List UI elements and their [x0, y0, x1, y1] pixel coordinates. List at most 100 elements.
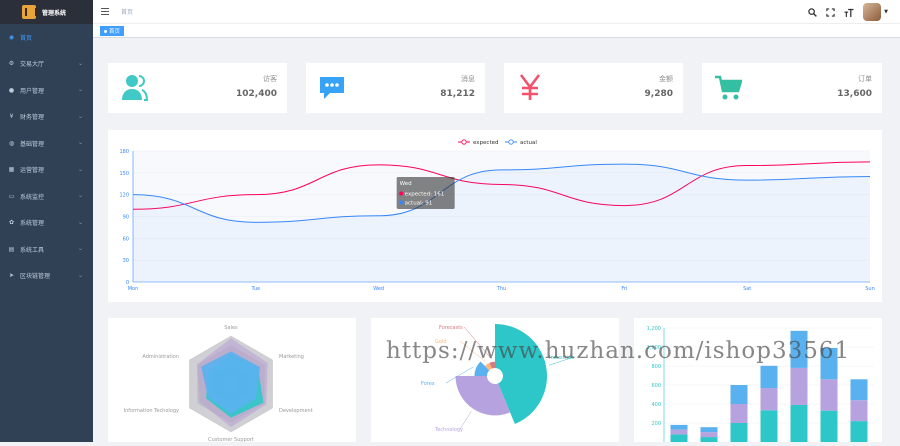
bar	[700, 427, 718, 433]
x-tick-label: Fri	[621, 286, 627, 292]
search-icon[interactable]	[808, 7, 818, 17]
tooltip-marker	[399, 191, 404, 196]
breadcrumb[interactable]: 首页	[121, 7, 133, 16]
x-tick-label: Sat	[743, 286, 751, 292]
y-tick-label: 1,200	[647, 326, 661, 332]
x-tick-label: Wed	[373, 286, 384, 292]
y-tick-label: 800	[651, 364, 661, 370]
chevron-down-icon: ⌄	[77, 139, 83, 146]
chevron-down-icon: ⌄	[77, 86, 83, 93]
bar-chart: 2004006008001,0001,200	[647, 326, 874, 442]
chevron-down-icon: ⌄	[77, 112, 83, 120]
bar	[670, 434, 688, 442]
sidebar-item[interactable]: ● 用户管理 ⌄	[0, 77, 93, 104]
yen-icon: ¥	[9, 113, 14, 121]
sidebar-item-label: 基础管理	[20, 140, 45, 148]
sidebar-item-label: 系统管理	[20, 220, 45, 228]
caret-down-icon[interactable]: ▼	[884, 9, 888, 15]
navbar-right: ▼	[808, 3, 888, 21]
app-title: 管理系统	[42, 9, 67, 17]
dashboard-icon: ◉	[8, 33, 15, 41]
chevron-down-icon: ⌄	[77, 192, 83, 199]
people-icon	[122, 75, 148, 101]
stat-value: 81,212	[440, 89, 475, 99]
user-icon: ●	[8, 86, 15, 94]
hamburger-icon[interactable]	[101, 8, 109, 15]
message-icon	[320, 77, 344, 99]
y-tick-label: 400	[651, 402, 661, 408]
fullscreen-icon[interactable]	[826, 7, 835, 17]
pie-chart: IndustriesTechnologyForexGoldForecasts	[421, 324, 575, 433]
tooltip-line: expected: 161	[405, 192, 445, 198]
bar	[670, 424, 688, 430]
sidebar-item[interactable]: ⚙ 交易大厅 ⌄	[0, 51, 93, 78]
stat-value: 102,400	[236, 89, 277, 99]
y-tick-label: 200	[651, 421, 661, 427]
line-chart-card: 0 30 60 90 120 150 180 Mon Tue Wed Thu Fri Sat Sun exp…	[108, 130, 882, 302]
stat-card-money[interactable]: 金额 9,280	[504, 63, 683, 113]
sidebar-item-label: 系统工具	[20, 246, 45, 254]
send-icon: ➤	[8, 272, 15, 280]
tooltip-line: actual: 91	[405, 201, 433, 207]
sidebar-item[interactable]: ✿ 系统管理 ⌄	[0, 210, 93, 237]
tooltip-marker	[399, 200, 404, 205]
app-logo[interactable]: 管理系统	[0, 0, 93, 24]
y-tick-label: 120	[119, 193, 129, 199]
y-tick-label: 30	[123, 258, 129, 264]
shopping-icon	[715, 75, 742, 100]
y-tick-label: 150	[119, 171, 129, 177]
tag-home[interactable]: 首页	[100, 26, 125, 36]
radar-indicator-label: Information Techology	[124, 408, 179, 414]
tooltip-title: Wed	[400, 181, 412, 187]
stat-card-orders[interactable]: 订单 13,600	[702, 63, 882, 113]
font-size-icon[interactable]	[844, 8, 854, 17]
navbar: 首页 ▼	[93, 0, 900, 24]
globe-icon: ◍	[8, 139, 15, 147]
stat-value: 13,600	[837, 89, 872, 99]
x-tick-label: Mon	[128, 286, 139, 292]
avatar[interactable]	[863, 3, 882, 21]
sidebar: 管理系统 ◉ 首页 ⚙ 交易大厅 ⌄ ● 用户管理 ⌄ ¥ 财务管理 ⌄ ◍ 基础管理 ⌄ ▦ 运营管理 ⌄ ▭ 系…	[0, 0, 93, 442]
radar-indicator-label: Customer Support	[208, 437, 254, 442]
logo-icon	[22, 5, 37, 19]
bar	[820, 379, 838, 411]
sidebar-item-label: 交易大厅	[20, 61, 45, 69]
sidebar-item[interactable]: ➤ 区块链管理 ⌄	[0, 263, 93, 290]
legend-marker	[461, 139, 467, 145]
chevron-down-icon: ⌄	[77, 271, 83, 279]
bar	[790, 404, 808, 442]
chevron-down-icon: ⌄	[77, 218, 83, 226]
monitor-icon: ▭	[8, 192, 15, 200]
chevron-down-icon: ⌄	[77, 165, 83, 173]
sidebar-item[interactable]: ▦ 运营管理 ⌄	[0, 157, 93, 184]
bar-chart-card: 200 400 600 800 1,000 1,200	[634, 318, 882, 442]
sidebar-item-label: 运营管理	[20, 167, 45, 175]
main-area: 首页 ▼ 首页 访客 102,400 消息 81,212 金额 9,280 订单…	[93, 0, 900, 443]
stat-card-visitors[interactable]: 访客 102,400	[108, 63, 287, 113]
sidebar-item[interactable]: ▭ 系统监控 ⌄	[0, 183, 93, 210]
sidebar-item-label: 区块链管理	[20, 273, 51, 281]
gear-icon: ⚙	[8, 60, 15, 68]
sidebar-item[interactable]: ▤ 系统工具 ⌄	[0, 236, 93, 263]
sidebar-item[interactable]: ¥ 财务管理 ⌄	[0, 104, 93, 131]
chevron-down-icon: ⌄	[77, 245, 83, 252]
sidebar-item[interactable]: ◍ 基础管理 ⌄	[0, 130, 93, 157]
stat-label: 订单	[858, 75, 872, 83]
sidebar-item-label: 首页	[20, 34, 33, 42]
tags-view: 首页	[93, 24, 900, 38]
bar	[850, 421, 868, 442]
sidebar-menu: ◉ 首页 ⚙ 交易大厅 ⌄ ● 用户管理 ⌄ ¥ 财务管理 ⌄ ◍ 基础管理 ⌄ ▦ 运营管理 ⌄ ▭ 系统监控 ⌄ ✿…	[0, 24, 93, 289]
tag-dot-icon	[104, 29, 107, 33]
y-tick-label: 60	[123, 236, 129, 242]
bar	[790, 367, 808, 405]
y-tick-label: 90	[123, 215, 129, 221]
bar	[760, 388, 778, 411]
bar	[730, 404, 748, 423]
bar	[760, 365, 778, 389]
legend-marker	[508, 139, 514, 145]
sidebar-item[interactable]: ◉ 首页	[0, 24, 93, 51]
line-chart: 0306090120150180Mon Tue Wed Thu Fri Sat Sunexp…	[119, 139, 875, 292]
stat-card-messages[interactable]: 消息 81,212	[306, 63, 485, 113]
settings-icon: ✿	[8, 219, 15, 227]
bar	[700, 437, 718, 442]
